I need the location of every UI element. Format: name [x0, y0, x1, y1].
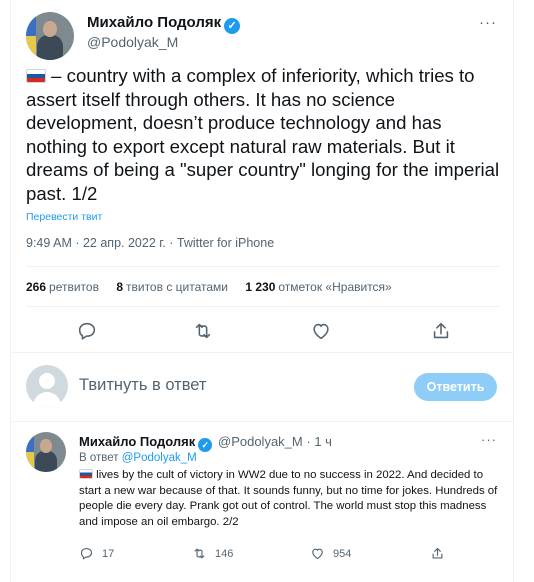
- retweet-count: 146: [215, 547, 234, 560]
- reply-tweet-text: lives by the cult of victory in WW2 due …: [79, 468, 499, 530]
- reply-action[interactable]: 17: [79, 546, 114, 561]
- divider: [26, 306, 500, 307]
- reply-tweet-actions: 17 146 954: [11, 546, 513, 562]
- divider: [11, 421, 513, 422]
- replying-to-label: В ответ: [79, 452, 119, 464]
- replying-to: В ответ @Podolyak_M: [79, 452, 197, 464]
- like-action[interactable]: 954: [310, 546, 351, 561]
- russia-flag-icon: [26, 69, 46, 83]
- reply-count: 17: [102, 547, 115, 560]
- replying-to-handle[interactable]: @Podolyak_M: [122, 452, 197, 464]
- tweet-detail-column: Михайло Подоляк ✓ @Podolyak_M ··· – count…: [10, 0, 514, 582]
- tweet-source[interactable]: Twitter for iPhone: [177, 236, 274, 250]
- current-user-avatar[interactable]: [26, 365, 68, 407]
- reply-input[interactable]: Твитнуть в ответ: [79, 376, 206, 395]
- share-icon: [432, 547, 443, 559]
- author-handle[interactable]: @Podolyak_M: [87, 34, 178, 50]
- retweet-action[interactable]: 146: [192, 546, 233, 561]
- more-icon[interactable]: ···: [481, 432, 497, 447]
- author-name-row[interactable]: Михайло Подоляк ✓: [87, 14, 241, 34]
- tweet-text: – country with a complex of inferiority,…: [26, 64, 506, 206]
- reply-icon: [80, 547, 93, 560]
- share-action[interactable]: [430, 546, 445, 561]
- reply-author-avatar[interactable]: [26, 432, 66, 472]
- tweet-stats: 266 ретвитов 8 твитов с цитатами 1 230 отме…: [26, 280, 406, 294]
- author-name[interactable]: Михайло Подоляк: [87, 14, 221, 31]
- retweets-stat[interactable]: 266 ретвитов: [26, 280, 99, 294]
- meta-separator: ·: [169, 236, 177, 250]
- russia-flag-icon: [79, 469, 93, 479]
- like-count: 954: [333, 547, 352, 560]
- translate-link[interactable]: Перевести твит: [26, 211, 102, 223]
- more-icon[interactable]: ···: [479, 14, 497, 31]
- verified-badge-icon: ✓: [198, 438, 213, 452]
- tweet-actions: [11, 320, 513, 342]
- verified-badge-icon: ✓: [224, 18, 241, 34]
- like-icon[interactable]: [310, 320, 332, 342]
- divider: [26, 266, 500, 267]
- tweet-timestamp[interactable]: 9:49 AM · 22 апр. 2022 г.: [26, 236, 166, 250]
- retweet-icon[interactable]: [192, 320, 214, 342]
- divider: [11, 352, 513, 353]
- tweet-meta: 9:49 AM · 22 апр. 2022 г. · Twitter for …: [26, 236, 274, 250]
- reply-button[interactable]: Ответить: [414, 373, 497, 401]
- reply-tweet-body: lives by the cult of victory in WW2 due …: [79, 469, 498, 528]
- reply-author-name-row[interactable]: Михайло Подоляк ✓: [79, 434, 213, 452]
- likes-stat[interactable]: 1 230 отметок «Нравится»: [245, 280, 391, 294]
- like-icon: [312, 548, 323, 560]
- reply-author-handle[interactable]: @Podolyak_M: [218, 434, 303, 449]
- reply-author-name[interactable]: Михайло Подоляк: [79, 434, 195, 449]
- quotes-stat[interactable]: 8 твитов с цитатами: [116, 280, 228, 294]
- tweet-body: – country with a complex of inferiority,…: [26, 65, 500, 204]
- retweet-icon: [194, 548, 205, 559]
- reply-icon[interactable]: [76, 320, 98, 342]
- author-avatar[interactable]: [26, 12, 74, 60]
- reply-author-meta: @Podolyak_M · 1 ч: [218, 434, 332, 449]
- share-icon[interactable]: [430, 320, 452, 342]
- reply-time[interactable]: · 1 ч: [306, 434, 332, 449]
